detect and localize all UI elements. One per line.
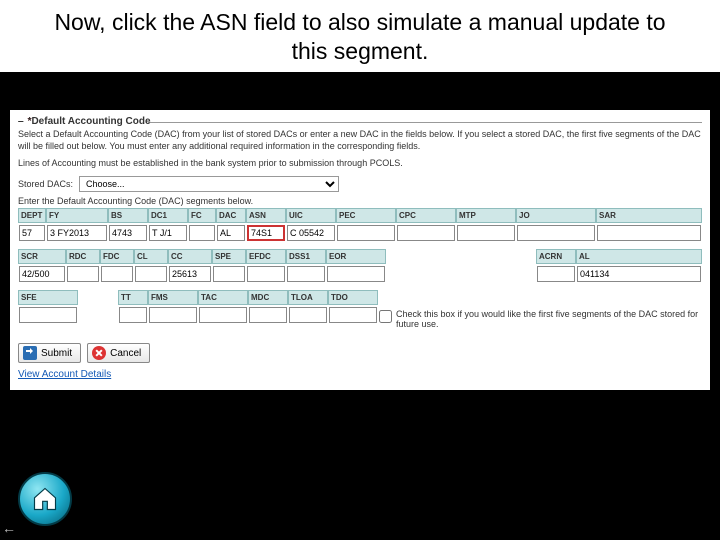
hdr-blank3 xyxy=(78,290,118,305)
input-fms[interactable] xyxy=(149,307,197,323)
hdr-rdc: RDC xyxy=(66,249,100,264)
store-dac-label: Check this box if you would like the fir… xyxy=(396,309,701,329)
hdr-fc: FC xyxy=(188,208,216,223)
input-cl[interactable] xyxy=(135,266,167,282)
input-asn[interactable] xyxy=(247,225,285,241)
hdr-mtp: MTP xyxy=(456,208,516,223)
hdr-dept: DEPT xyxy=(18,208,46,223)
home-icon xyxy=(31,485,59,513)
back-arrow-icon[interactable]: ← xyxy=(2,520,16,534)
submit-label: Submit xyxy=(41,348,72,359)
input-al[interactable] xyxy=(577,266,701,282)
segments-row-1: DEPT FY BS DC1 FC DAC ASN UIC PEC CPC MT… xyxy=(18,208,702,247)
hdr-tt: TT xyxy=(118,290,148,305)
home-button[interactable] xyxy=(18,472,72,526)
help-text-2: Lines of Accounting must be established … xyxy=(18,158,702,170)
cancel-label: Cancel xyxy=(110,348,141,359)
submit-icon xyxy=(23,346,37,360)
stored-dacs-select[interactable]: Choose... xyxy=(79,176,339,192)
hdr-fdc: FDC xyxy=(100,249,134,264)
hdr-sfe: SFE xyxy=(18,290,78,305)
hdr-dac: DAC xyxy=(216,208,246,223)
input-tloa[interactable] xyxy=(289,307,327,323)
input-tac[interactable] xyxy=(199,307,247,323)
hdr-asn: ASN xyxy=(246,208,286,223)
input-dept[interactable] xyxy=(19,225,45,241)
accounting-code-panel: –**Default Accounting Code document.quer… xyxy=(10,110,710,390)
segments-instruction: Enter the Default Accounting Code (DAC) … xyxy=(18,196,702,206)
input-spe[interactable] xyxy=(213,266,245,282)
hdr-blank2 xyxy=(386,249,536,264)
cancel-icon xyxy=(92,346,106,360)
input-fc[interactable] xyxy=(189,225,215,241)
segments-row-3: SFE TT FMS TAC MDC TLOA TDO Check this b… xyxy=(18,290,702,335)
hdr-sar: SAR xyxy=(596,208,702,223)
input-eor[interactable] xyxy=(327,266,385,282)
input-scr[interactable] xyxy=(19,266,65,282)
hdr-fy: FY xyxy=(46,208,108,223)
input-bs[interactable] xyxy=(109,225,147,241)
input-acrn[interactable] xyxy=(537,266,575,282)
hdr-dc1: DC1 xyxy=(148,208,188,223)
hdr-efdc: EFDC xyxy=(246,249,286,264)
stored-dacs-label: Stored DACs: xyxy=(18,179,73,189)
legend-text: *Default Accounting Code xyxy=(28,116,151,127)
hdr-acrn: ACRN xyxy=(536,249,576,264)
hdr-tac: TAC xyxy=(198,290,248,305)
input-fdc[interactable] xyxy=(101,266,133,282)
segments-row-2: SCR RDC FDC CL CC SPE EFDC DSS1 EOR ACRN… xyxy=(18,249,702,288)
hdr-pec: PEC xyxy=(336,208,396,223)
input-efdc[interactable] xyxy=(247,266,285,282)
hdr-mdc: MDC xyxy=(248,290,288,305)
hdr-tdo: TDO xyxy=(328,290,378,305)
hdr-bs: BS xyxy=(108,208,148,223)
hdr-spe: SPE xyxy=(212,249,246,264)
input-rdc[interactable] xyxy=(67,266,99,282)
instruction-banner: Now, click the ASN field to also simulat… xyxy=(0,0,720,72)
input-tt[interactable] xyxy=(119,307,147,323)
input-uic[interactable] xyxy=(287,225,335,241)
input-dss1[interactable] xyxy=(287,266,325,282)
hdr-tloa: TLOA xyxy=(288,290,328,305)
hdr-fms: FMS xyxy=(148,290,198,305)
input-dac[interactable] xyxy=(217,225,245,241)
input-mtp[interactable] xyxy=(457,225,515,241)
input-mdc[interactable] xyxy=(249,307,287,323)
hdr-jo: JO xyxy=(516,208,596,223)
store-dac-checkbox[interactable] xyxy=(379,310,392,323)
hdr-eor: EOR xyxy=(326,249,386,264)
input-fy[interactable] xyxy=(47,225,107,241)
hdr-scr: SCR xyxy=(18,249,66,264)
hdr-uic: UIC xyxy=(286,208,336,223)
input-sfe[interactable] xyxy=(19,307,77,323)
help-text-1: Select a Default Accounting Code (DAC) f… xyxy=(18,129,702,152)
hdr-al: AL xyxy=(576,249,702,264)
hdr-cl: CL xyxy=(134,249,168,264)
cancel-button[interactable]: Cancel xyxy=(87,343,150,363)
input-dc1[interactable] xyxy=(149,225,187,241)
hdr-dss1: DSS1 xyxy=(286,249,326,264)
view-account-details-link[interactable]: View Account Details xyxy=(18,369,111,380)
hdr-cc: CC xyxy=(168,249,212,264)
input-cc[interactable] xyxy=(169,266,211,282)
input-tdo[interactable] xyxy=(329,307,377,323)
input-pec[interactable] xyxy=(337,225,395,241)
hdr-cpc: CPC xyxy=(396,208,456,223)
input-cpc[interactable] xyxy=(397,225,455,241)
submit-button[interactable]: Submit xyxy=(18,343,81,363)
input-sar[interactable] xyxy=(597,225,701,241)
input-jo[interactable] xyxy=(517,225,595,241)
